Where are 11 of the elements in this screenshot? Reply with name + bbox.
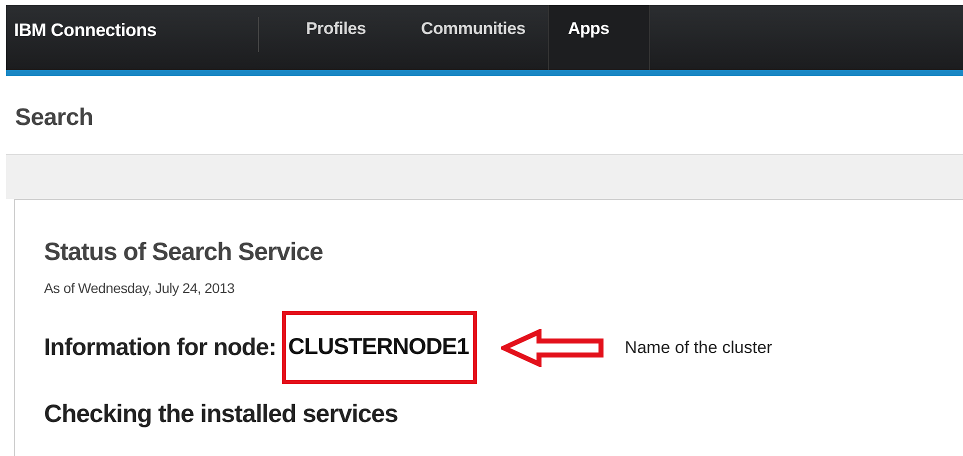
- brand-name[interactable]: IBM Connections: [6, 5, 258, 70]
- nav-tab[interactable]: Apps: [548, 5, 650, 70]
- nav-tab[interactable]: Profiles: [287, 5, 402, 70]
- node-label: Information for node:: [44, 334, 276, 362]
- section-heading: Checking the installed services: [44, 400, 399, 429]
- card-title: Status of Search Service: [44, 238, 324, 267]
- arrow-icon: [500, 328, 605, 366]
- node-name: CLUSTERNODE1: [282, 311, 477, 384]
- annotation-note: Name of the cluster: [624, 338, 772, 358]
- nav-tab[interactable]: Communities: [402, 5, 548, 70]
- status-date: As of Wednesday, July 24, 2013: [44, 280, 236, 296]
